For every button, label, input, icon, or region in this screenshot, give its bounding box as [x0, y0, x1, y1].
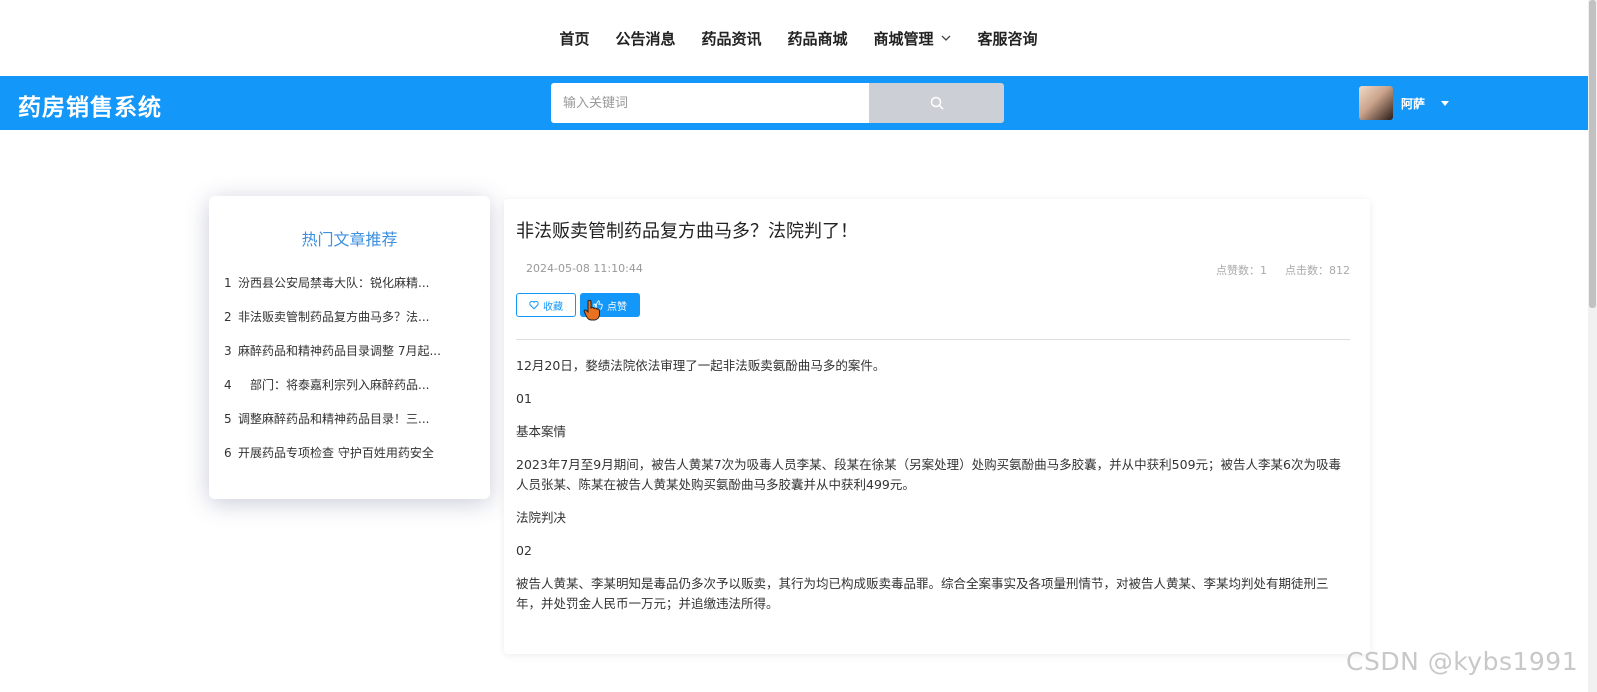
article-body: 12月20日，婺绩法院依法审理了一起非法贩卖氨酚曲马多的案件。 01 基本案情 …: [516, 356, 1350, 627]
article-paragraph: 被告人黄某、李某明知是毒品仍多次予以贩卖，其行为均已构成贩卖毒品罪。综合全案事实…: [516, 576, 1329, 611]
nav-item-drug-mall[interactable]: 药品商城: [788, 28, 848, 49]
article-title: 非法贩卖管制药品复方曲马多？法院判了！: [516, 221, 858, 242]
hot-article-text: 汾西县公安局禁毒大队：锐化麻精...: [238, 276, 430, 290]
header-bar: 药房销售系统 阿萨: [0, 76, 1588, 130]
watermark: CSDN @kybs1991: [1346, 647, 1579, 676]
article-paragraph: 基本案情: [516, 424, 567, 439]
hot-article-item[interactable]: 2 非法贩卖管制药品复方曲马多？法...: [224, 308, 479, 342]
site-title: 药房销售系统: [18, 95, 162, 121]
nav-item-mall-management[interactable]: 商城管理: [874, 28, 952, 49]
hot-articles-title: 热门文章推荐: [301, 230, 398, 249]
top-nav: 首页 公告消息 药品资讯 药品商城 商城管理 客服咨询: [0, 0, 1597, 76]
hot-article-text: 调整麻醉药品和精神药品目录！三...: [238, 412, 430, 426]
article-paragraph: 法院判决: [516, 510, 567, 525]
click-count: 点击数：812: [1285, 264, 1350, 277]
nav-item-label: 公告消息: [615, 29, 676, 48]
hot-article-item[interactable]: 3 麻醉药品和精神药品目录调整 7月起...: [224, 342, 479, 376]
hot-article-item[interactable]: 5 调整麻醉药品和精神药品目录！三...: [224, 410, 479, 444]
nav-item-home[interactable]: 首页: [559, 28, 589, 49]
hot-article-item[interactable]: 6 开展药品专项检查 守护百姓用药安全: [224, 444, 479, 478]
hot-article-text: 非法贩卖管制药品复方曲马多？法...: [238, 310, 430, 324]
hot-article-item[interactable]: 1 汾西县公安局禁毒大队：锐化麻精...: [224, 274, 479, 308]
article-paragraph: 02: [516, 543, 532, 558]
hot-article-text: 开展药品专项检查 守护百姓用药安全: [238, 446, 434, 460]
user-name: 阿萨: [1401, 96, 1426, 111]
search-button[interactable]: [869, 83, 1004, 123]
hand-cursor-icon: [583, 299, 600, 321]
article-stats: 点赞数：1 点击数：812: [1216, 262, 1350, 278]
article-date: 2024-05-08 11:10:44: [526, 262, 643, 275]
article-divider: [516, 339, 1350, 340]
article-paragraph: 01: [516, 391, 532, 406]
chevron-down-icon: [941, 35, 950, 41]
favorite-button[interactable]: 收藏: [516, 293, 576, 317]
hot-article-number: 5: [224, 412, 232, 426]
nav-item-customer-service[interactable]: 客服咨询: [978, 28, 1038, 49]
hot-article-text: 部门：将泰嘉利宗列入麻醉药品...: [238, 378, 430, 392]
hot-articles-card: 热门文章推荐 1 汾西县公安局禁毒大队：锐化麻精... 2 非法贩卖管制药品复方曲马…: [209, 196, 490, 499]
avatar: [1359, 86, 1393, 120]
nav-item-label: 药品资讯: [701, 29, 762, 48]
nav-item-drug-news[interactable]: 药品资讯: [701, 28, 761, 49]
heart-icon: [529, 300, 539, 310]
hot-article-number: 2: [224, 310, 232, 324]
like-label: 点赞: [607, 301, 627, 313]
nav-item-label: 首页: [559, 29, 590, 48]
nav-item-label: 药品商城: [787, 29, 848, 48]
scrollbar-thumb[interactable]: [1589, 0, 1596, 308]
hot-article-text: 麻醉药品和精神药品目录调整 7月起...: [238, 344, 441, 358]
favorite-label: 收藏: [543, 301, 563, 313]
hot-article-number: 3: [224, 344, 232, 358]
like-count: 点赞数：1: [1216, 264, 1267, 277]
article-card: 非法贩卖管制药品复方曲马多？法院判了！ 2024-05-08 11:10:44 …: [504, 199, 1370, 654]
article-paragraph: 12月20日，婺绩法院依法审理了一起非法贩卖氨酚曲马多的案件。: [516, 358, 886, 373]
caret-down-icon: [1441, 100, 1450, 106]
nav-item-label: 商城管理: [873, 29, 934, 48]
nav-item-label: 客服咨询: [977, 29, 1038, 48]
hot-article-item[interactable]: 4 部门：将泰嘉利宗列入麻醉药品...: [224, 376, 479, 410]
user-menu[interactable]: 阿萨: [1359, 80, 1450, 126]
hot-article-number: 1: [224, 276, 232, 290]
hot-articles-list: 1 汾西县公安局禁毒大队：锐化麻精... 2 非法贩卖管制药品复方曲马多？法... …: [224, 274, 479, 478]
hot-article-number: 6: [224, 446, 232, 460]
nav-list: 首页 公告消息 药品资讯 药品商城 商城管理 客服咨询: [559, 28, 1037, 49]
search-box: [551, 83, 1004, 123]
page-scrollbar[interactable]: [1588, 0, 1597, 692]
hot-article-number: 4: [224, 378, 232, 392]
search-input[interactable]: [551, 83, 869, 123]
article-paragraph: 2023年7月至9月期间，被告人黄某7次为吸毒人员李某、段某在徐某（另案处理）处…: [516, 457, 1341, 492]
search-icon: [930, 96, 944, 110]
nav-item-announcements[interactable]: 公告消息: [615, 28, 675, 49]
